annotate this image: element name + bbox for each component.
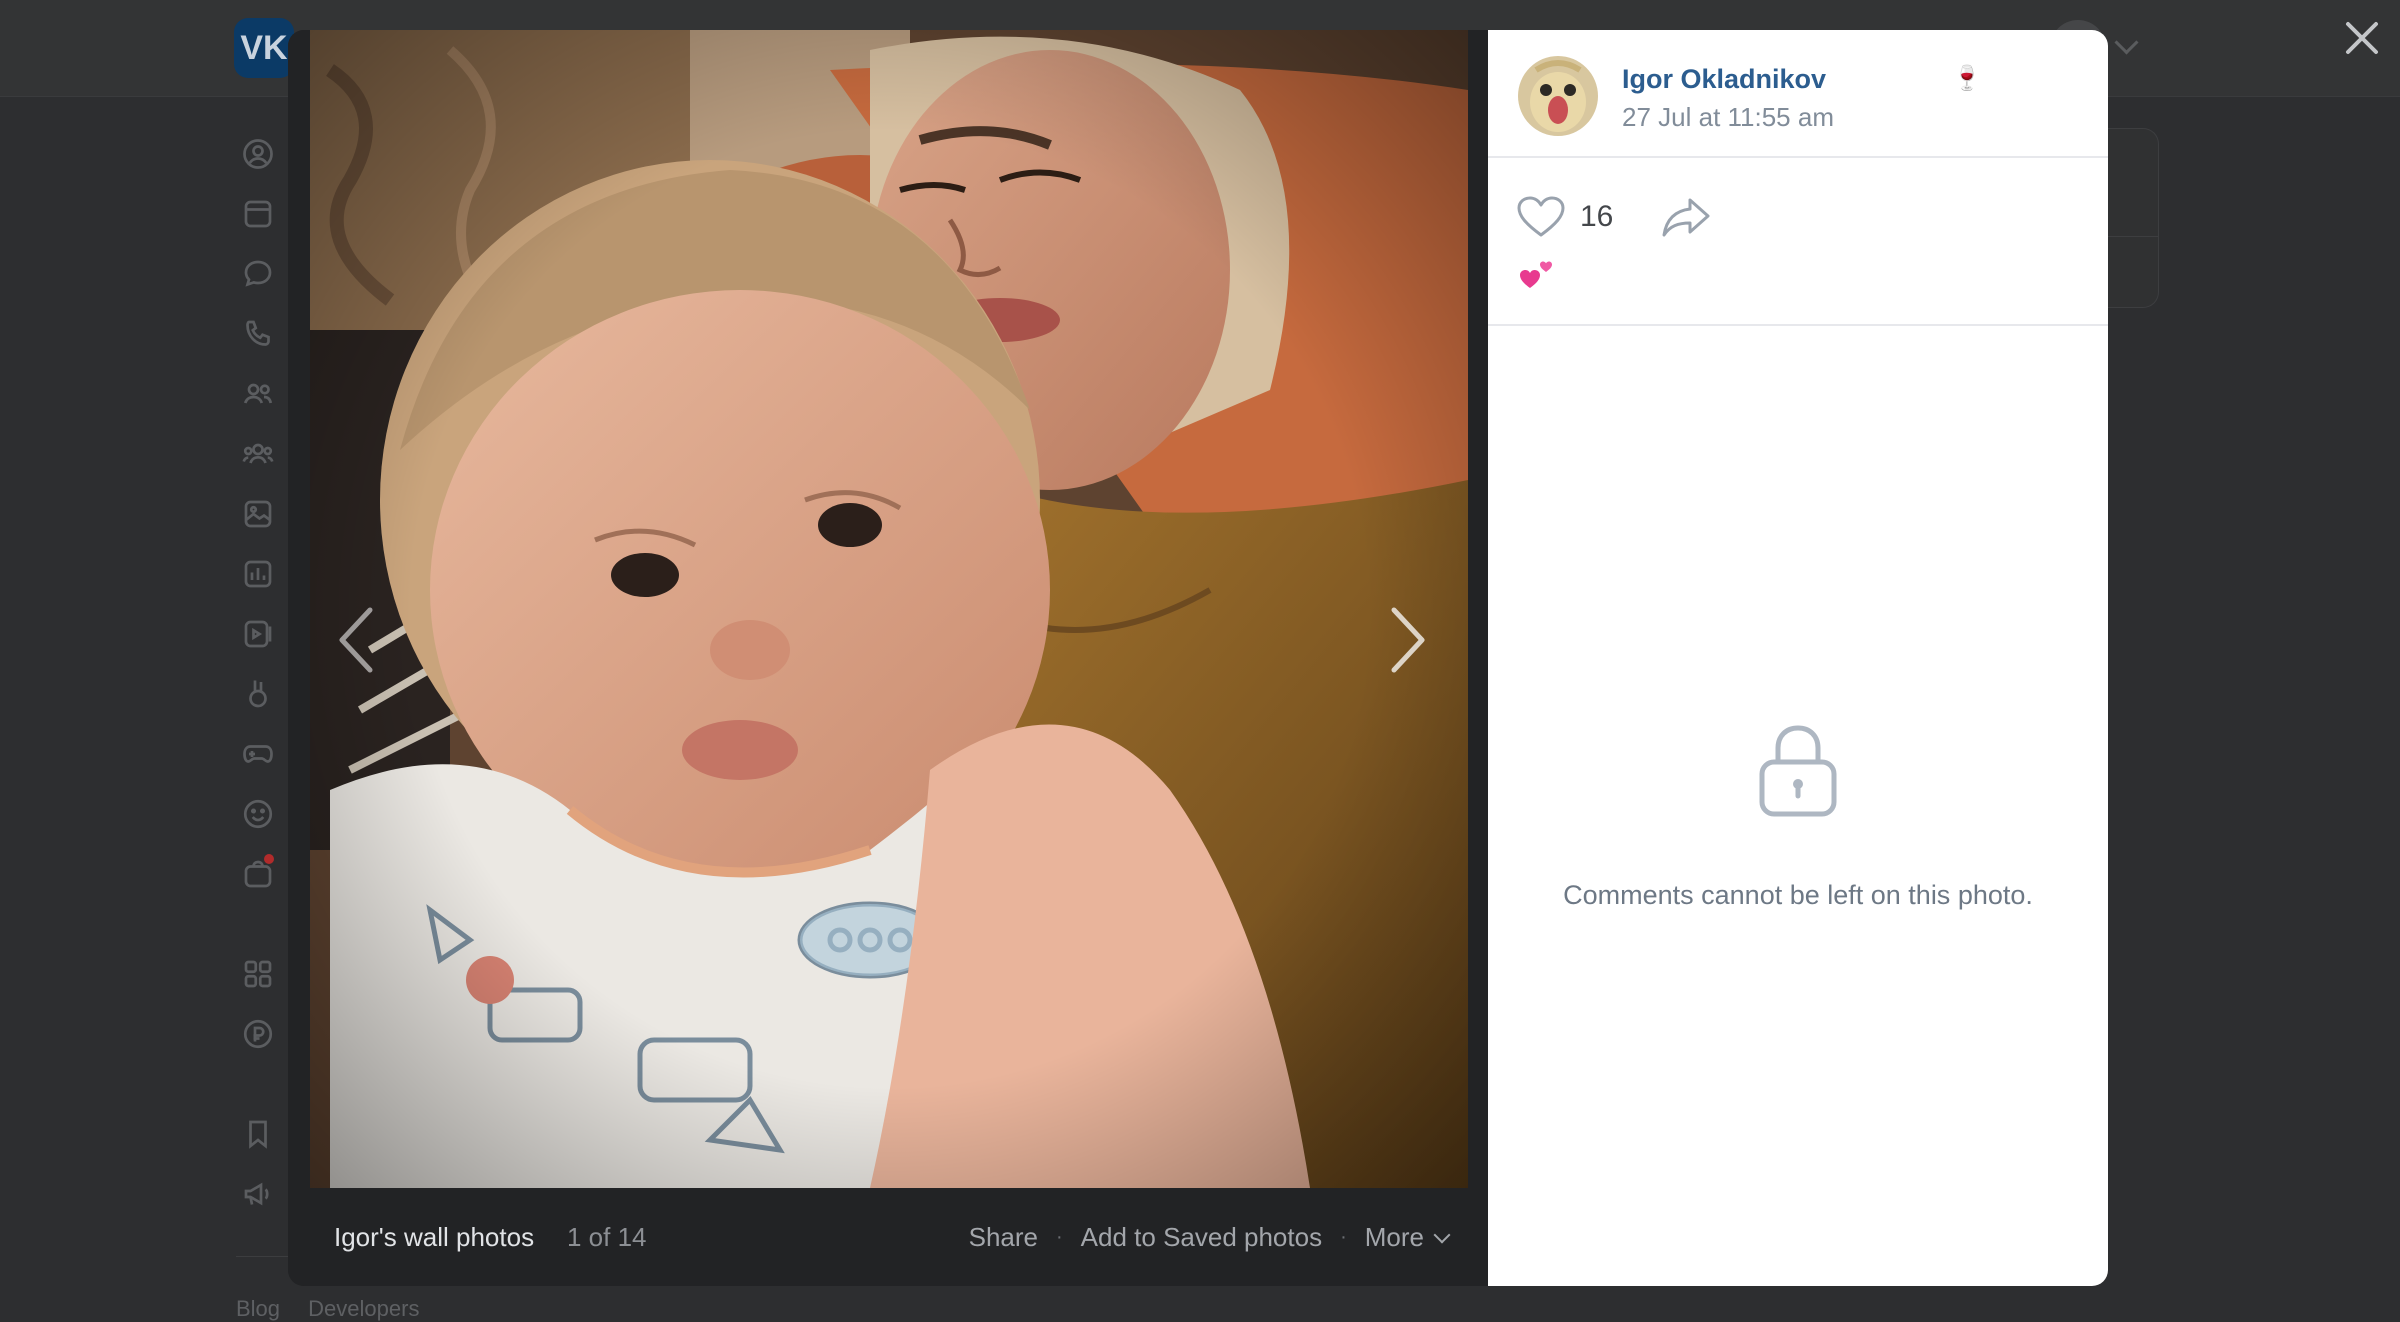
vk-logo[interactable]: VK (234, 18, 294, 78)
friends-icon[interactable] (240, 376, 276, 412)
notification-dot (264, 854, 274, 864)
chevron-left-icon (339, 607, 373, 673)
market-icon[interactable] (240, 854, 276, 892)
like-count: 16 (1580, 200, 1614, 233)
previous-photo-button[interactable] (328, 600, 388, 680)
chevron-down-icon[interactable] (2114, 30, 2139, 55)
chevron-right-icon (1391, 607, 1425, 673)
photo-pane: Igor's wall photos 1 of 14 Share · Add t… (288, 30, 1488, 1286)
background-card (2100, 128, 2159, 308)
services-icon[interactable] (240, 956, 276, 992)
footer-links: Blog Developers (236, 1296, 441, 1322)
share-button[interactable] (1660, 194, 1712, 240)
more-label: More (1364, 1221, 1424, 1252)
photo-actions: Share · Add to Saved photos · More (969, 1221, 1451, 1253)
messenger-icon[interactable] (240, 256, 276, 292)
communities-icon[interactable] (240, 436, 276, 472)
footer-link-developers[interactable]: Developers (308, 1296, 419, 1321)
ads-icon[interactable] (240, 1176, 276, 1212)
share-arrow-icon (1662, 198, 1710, 237)
wine-glass-emoji: 🍷 (1952, 65, 1982, 92)
chevron-down-icon (1433, 1226, 1451, 1243)
stickers-icon[interactable] (240, 796, 276, 832)
close-viewer-button[interactable] (2338, 14, 2386, 62)
album-title-link[interactable]: Igor's wall photos (334, 1222, 534, 1253)
clips-icon[interactable] (240, 676, 276, 712)
calls-icon[interactable] (240, 316, 276, 352)
heart-icon (1517, 196, 1565, 237)
photo[interactable] (310, 30, 1468, 1188)
more-menu-button[interactable]: More (1364, 1221, 1451, 1253)
lock-icon (1756, 718, 1840, 818)
games-icon[interactable] (240, 736, 276, 772)
share-link[interactable]: Share (969, 1222, 1038, 1253)
like-button[interactable]: 16 (1516, 192, 1613, 242)
add-to-saved-link[interactable]: Add to Saved photos (1081, 1222, 1322, 1253)
profile-icon[interactable] (240, 136, 276, 172)
separator-dot: · (1056, 1225, 1063, 1248)
news-icon[interactable] (240, 196, 276, 232)
bookmarks-icon[interactable] (240, 1116, 276, 1152)
author-name-link[interactable]: Igor Okladnikov (1622, 64, 1826, 95)
two-hearts-emoji (1518, 254, 1558, 294)
videos-icon[interactable] (240, 616, 276, 652)
author-avatar[interactable] (1518, 56, 1598, 136)
photo-counter: 1 of 14 (567, 1221, 647, 1252)
next-photo-button[interactable] (1376, 600, 1436, 680)
post-date[interactable]: 27 Jul at 11:55 am (1622, 102, 1834, 133)
photo-viewer: Igor's wall photos 1 of 14 Share · Add t… (288, 30, 2108, 1286)
vk-pay-icon[interactable] (240, 1016, 276, 1052)
post-sidebar: Igor Okladnikov 🍷 27 Jul at 11:55 am 16 … (1488, 30, 2108, 1286)
background-card-divider (2100, 236, 2158, 237)
photos-icon[interactable] (240, 496, 276, 532)
comments-disabled-message: Comments cannot be left on this photo. (1563, 880, 2033, 910)
separator-dot: · (1340, 1225, 1347, 1248)
reactions-block: 16 (1488, 158, 2108, 326)
footer-link-blog[interactable]: Blog (236, 1296, 280, 1321)
music-icon[interactable] (240, 556, 276, 592)
author-block: Igor Okladnikov 🍷 27 Jul at 11:55 am (1488, 30, 2108, 158)
photo-footer: Igor's wall photos 1 of 14 Share · Add t… (288, 1188, 1488, 1286)
close-icon (2346, 22, 2378, 54)
photo-image (310, 30, 1468, 1188)
